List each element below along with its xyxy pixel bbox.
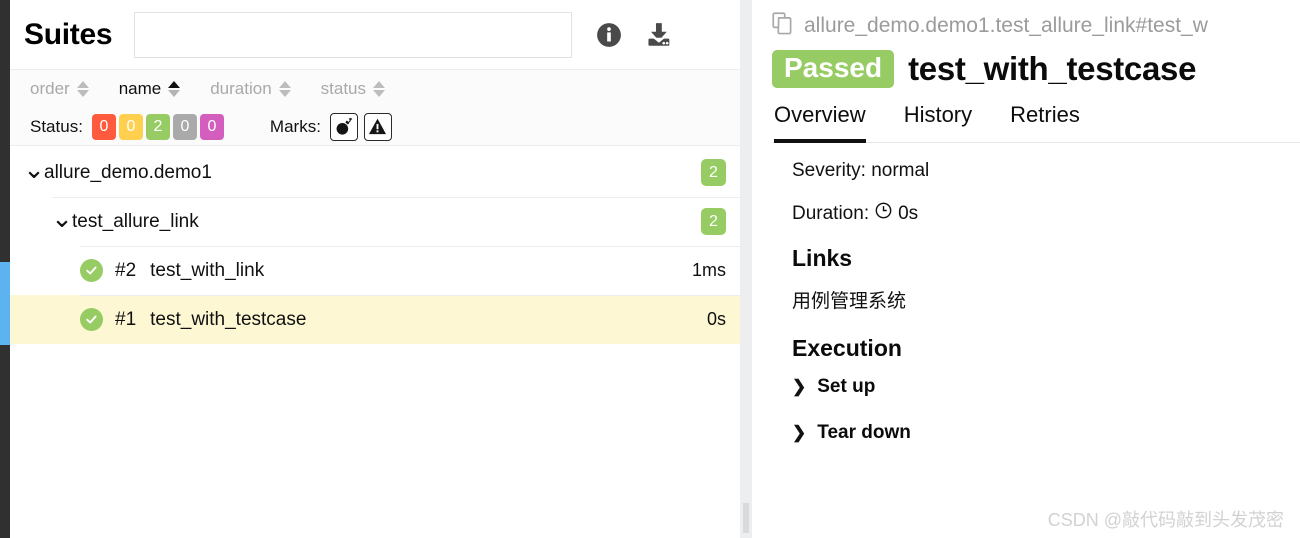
pane-splitter[interactable] xyxy=(740,0,752,538)
info-icon[interactable] xyxy=(594,20,624,50)
sort-order-label: order xyxy=(30,79,70,98)
tree-test-label: test_with_testcase xyxy=(150,308,307,330)
tree-test-order: #1 xyxy=(115,308,137,330)
tree-test-row[interactable]: #2 test_with_link 1ms xyxy=(10,246,740,295)
tree-group-row[interactable]: ⌄ allure_demo.demo1 2 xyxy=(10,148,740,197)
chevron-sort-icon xyxy=(168,81,181,97)
suites-tree: ⌄ allure_demo.demo1 2 ⌄ test_allure_link 2 #2 t… xyxy=(10,146,740,344)
marks-filter-group: Marks: xyxy=(269,112,398,141)
status-chip-passed[interactable]: 2 xyxy=(145,113,170,140)
breadcrumb[interactable]: allure_demo.demo1.test_allure_link#test_… xyxy=(772,0,1300,44)
tree-test-duration: 0s xyxy=(706,309,726,329)
splitter-handle[interactable] xyxy=(743,503,749,533)
tree-test-order: #2 xyxy=(115,259,137,281)
tab-retries[interactable]: Retries xyxy=(1010,102,1080,143)
tree-count-badge: 2 xyxy=(701,159,726,186)
chevron-sort-icon xyxy=(76,81,89,97)
tree-test-duration: 1ms xyxy=(691,260,726,280)
link-item[interactable]: 用例管理系统 xyxy=(792,286,1300,313)
status-chip-broken[interactable]: 0 xyxy=(118,113,143,140)
toolbar-icons xyxy=(594,20,674,50)
status-filter-chips: 00200 xyxy=(91,113,224,140)
sort-status-label: status xyxy=(320,79,367,98)
page-title: Suites xyxy=(24,17,113,51)
execution-heading: Execution xyxy=(792,335,902,361)
tab-history[interactable]: History xyxy=(904,102,972,143)
links-heading: Links xyxy=(792,245,853,271)
teardown-section-toggle[interactable]: ❯ Tear down xyxy=(792,422,1300,444)
severity-text: Severity: normal xyxy=(792,160,930,181)
sort-by-status[interactable]: status xyxy=(320,79,386,99)
sort-duration-label: duration xyxy=(210,79,272,98)
status-chip-skipped[interactable]: 0 xyxy=(172,113,197,140)
overview-content: Severity: normal Duration: 0s Links 用例管理… xyxy=(772,143,1300,444)
marks-filter-label: Marks: xyxy=(269,116,321,136)
tab-overview[interactable]: Overview xyxy=(774,102,866,143)
tree-test-label: test_with_link xyxy=(150,259,265,281)
setup-label: Set up xyxy=(817,376,876,397)
clock-icon xyxy=(875,202,892,225)
warning-icon[interactable] xyxy=(363,112,392,141)
status-filter-label: Status: xyxy=(30,116,83,136)
sort-name-label: name xyxy=(118,79,162,98)
chevron-right-icon: ❯ xyxy=(792,377,807,396)
tree-group-label: allure_demo.demo1 xyxy=(44,161,212,183)
duration-line: Duration: 0s xyxy=(792,202,1300,225)
left-rail xyxy=(0,0,10,538)
copy-pages-icon[interactable] xyxy=(772,11,795,41)
severity-line: Severity: normal xyxy=(792,160,1300,182)
teardown-label: Tear down xyxy=(817,422,911,443)
chevron-sort-icon xyxy=(278,81,291,97)
check-circle-icon xyxy=(80,259,103,282)
tree-count-badge: 2 xyxy=(701,208,726,235)
test-name: test_with_testcase xyxy=(908,50,1197,87)
bomb-icon[interactable] xyxy=(329,112,358,141)
duration-value: 0s xyxy=(898,202,919,224)
tree-test-row[interactable]: #1 test_with_testcase 0s xyxy=(10,295,740,344)
download-icon[interactable] xyxy=(644,20,674,50)
breadcrumb-text: allure_demo.demo1.test_allure_link#test_… xyxy=(804,14,1208,37)
status-chip-failed[interactable]: 0 xyxy=(91,113,116,140)
watermark: CSDN @敲代码敲到头发茂密 xyxy=(1047,510,1284,530)
test-header: Passed test_with_testcase xyxy=(772,50,1300,88)
status-chip-unknown[interactable]: 0 xyxy=(199,113,224,140)
chevron-down-icon[interactable]: ⌄ xyxy=(23,156,45,182)
sort-by-duration[interactable]: duration xyxy=(210,79,291,99)
test-detail-pane: allure_demo.demo1.test_allure_link#test_… xyxy=(752,0,1300,538)
search-input[interactable] xyxy=(134,11,573,58)
allure-report-app: Suites order name duration status Status… xyxy=(0,0,1300,538)
duration-label: Duration: xyxy=(792,202,870,224)
chevron-sort-icon xyxy=(373,81,386,97)
chevron-down-icon[interactable]: ⌄ xyxy=(51,205,73,231)
filter-bar: Status: 00200 Marks: xyxy=(10,108,740,146)
suites-pane: Suites order name duration status Status… xyxy=(10,0,740,538)
suites-toolbar: Suites xyxy=(10,0,740,70)
check-circle-icon xyxy=(80,308,103,331)
vertical-scrollbar-thumb[interactable] xyxy=(0,262,10,345)
setup-section-toggle[interactable]: ❯ Set up xyxy=(792,376,1300,398)
sort-header: order name duration status xyxy=(10,70,740,108)
detail-tabs: Overview History Retries xyxy=(772,102,1300,143)
tree-group-row[interactable]: ⌄ test_allure_link 2 xyxy=(10,197,740,246)
status-badge: Passed xyxy=(772,50,895,88)
chevron-right-icon: ❯ xyxy=(792,423,807,442)
sort-by-name[interactable]: name xyxy=(119,79,181,99)
sort-by-order[interactable]: order xyxy=(30,79,89,99)
tree-group-label: test_allure_link xyxy=(72,210,199,232)
